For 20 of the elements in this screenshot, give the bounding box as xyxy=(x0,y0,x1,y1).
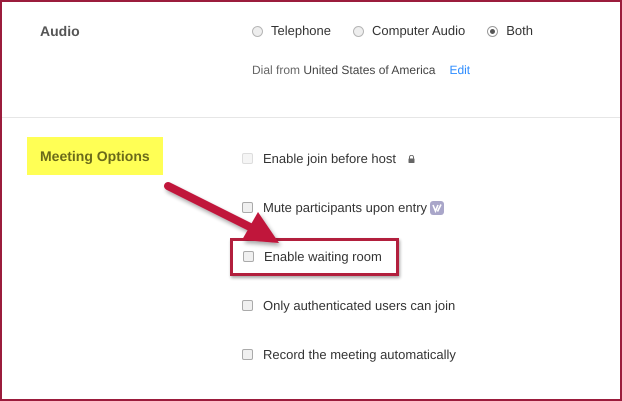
radio-label[interactable]: Computer Audio xyxy=(372,21,466,41)
option-label: Record the meeting automatically xyxy=(263,346,456,364)
checkbox[interactable] xyxy=(242,202,253,213)
radio-button[interactable] xyxy=(353,26,364,36)
option-label: Enable join before host xyxy=(263,150,396,168)
dial-from-text: Dial from United States of America xyxy=(252,62,436,79)
option-label: Mute participants upon entry xyxy=(263,198,428,217)
radio-label[interactable]: Both xyxy=(506,21,533,41)
option-label: Only authenticated users can join xyxy=(263,296,456,315)
checkbox[interactable] xyxy=(243,251,254,262)
option-label: Enable waiting room xyxy=(264,248,382,266)
radio-button[interactable] xyxy=(487,26,498,36)
section-label: Audio xyxy=(40,23,80,39)
lock-icon xyxy=(408,154,415,162)
section-label: Meeting Options xyxy=(27,137,163,175)
radio-label[interactable]: Telephone xyxy=(271,21,331,41)
checkbox[interactable] xyxy=(242,300,253,311)
radio-button[interactable] xyxy=(252,26,263,36)
checkbox[interactable] xyxy=(242,349,253,360)
badge-icon xyxy=(430,200,444,214)
